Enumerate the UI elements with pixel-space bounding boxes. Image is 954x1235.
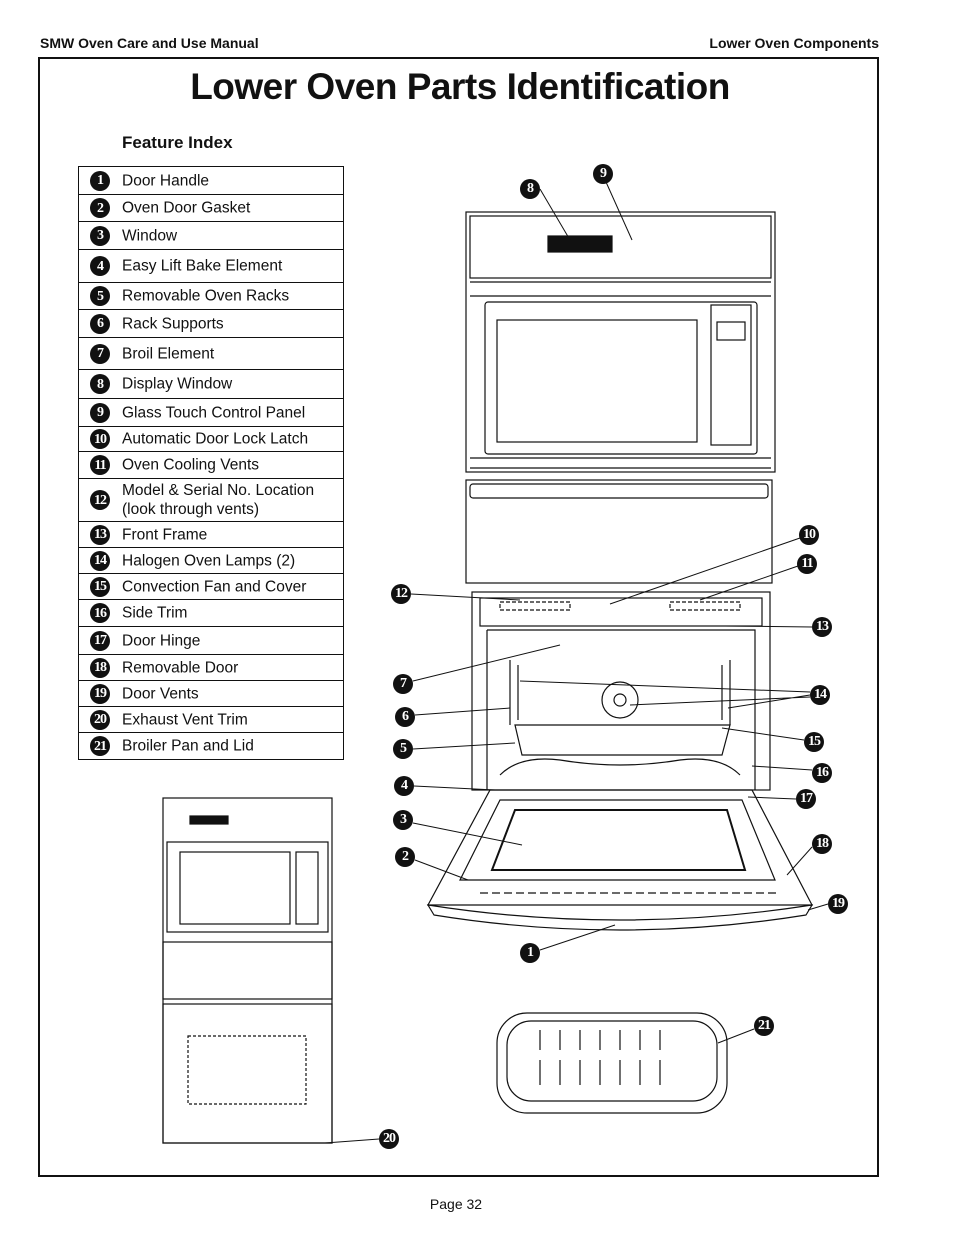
callout-20: 20 bbox=[379, 1129, 399, 1149]
callout-10: 10 bbox=[799, 525, 819, 545]
callout-16: 16 bbox=[812, 763, 832, 783]
callout-17: 17 bbox=[796, 789, 816, 809]
oven-diagram bbox=[162, 181, 829, 1144]
callout-leader-lines bbox=[324, 181, 829, 1144]
callout-8: 8 bbox=[520, 179, 540, 199]
callout-1: 1 bbox=[520, 943, 540, 963]
callout-12: 12 bbox=[391, 584, 411, 604]
callout-11: 11 bbox=[797, 554, 817, 574]
callout-7: 7 bbox=[393, 674, 413, 694]
callout-6: 6 bbox=[395, 707, 415, 727]
callout-4: 4 bbox=[394, 776, 414, 796]
lower-oven-illustration bbox=[471, 591, 771, 791]
callout-9: 9 bbox=[593, 164, 613, 184]
broiler-pan-illustration bbox=[496, 1012, 728, 1114]
callout-19: 19 bbox=[828, 894, 848, 914]
callout-2: 2 bbox=[395, 847, 415, 867]
open-door-illustration bbox=[426, 789, 814, 931]
callout-15: 15 bbox=[804, 732, 824, 752]
callout-18: 18 bbox=[812, 834, 832, 854]
callout-3: 3 bbox=[393, 810, 413, 830]
upper-oven-illustration bbox=[465, 211, 776, 473]
small-oven-illustration bbox=[162, 797, 333, 1144]
callout-14: 14 bbox=[810, 685, 830, 705]
callout-5: 5 bbox=[393, 739, 413, 759]
callout-21: 21 bbox=[754, 1016, 774, 1036]
page-number: Page 32 bbox=[429, 1196, 483, 1212]
callout-13: 13 bbox=[812, 617, 832, 637]
warming-drawer-illustration bbox=[465, 479, 773, 584]
